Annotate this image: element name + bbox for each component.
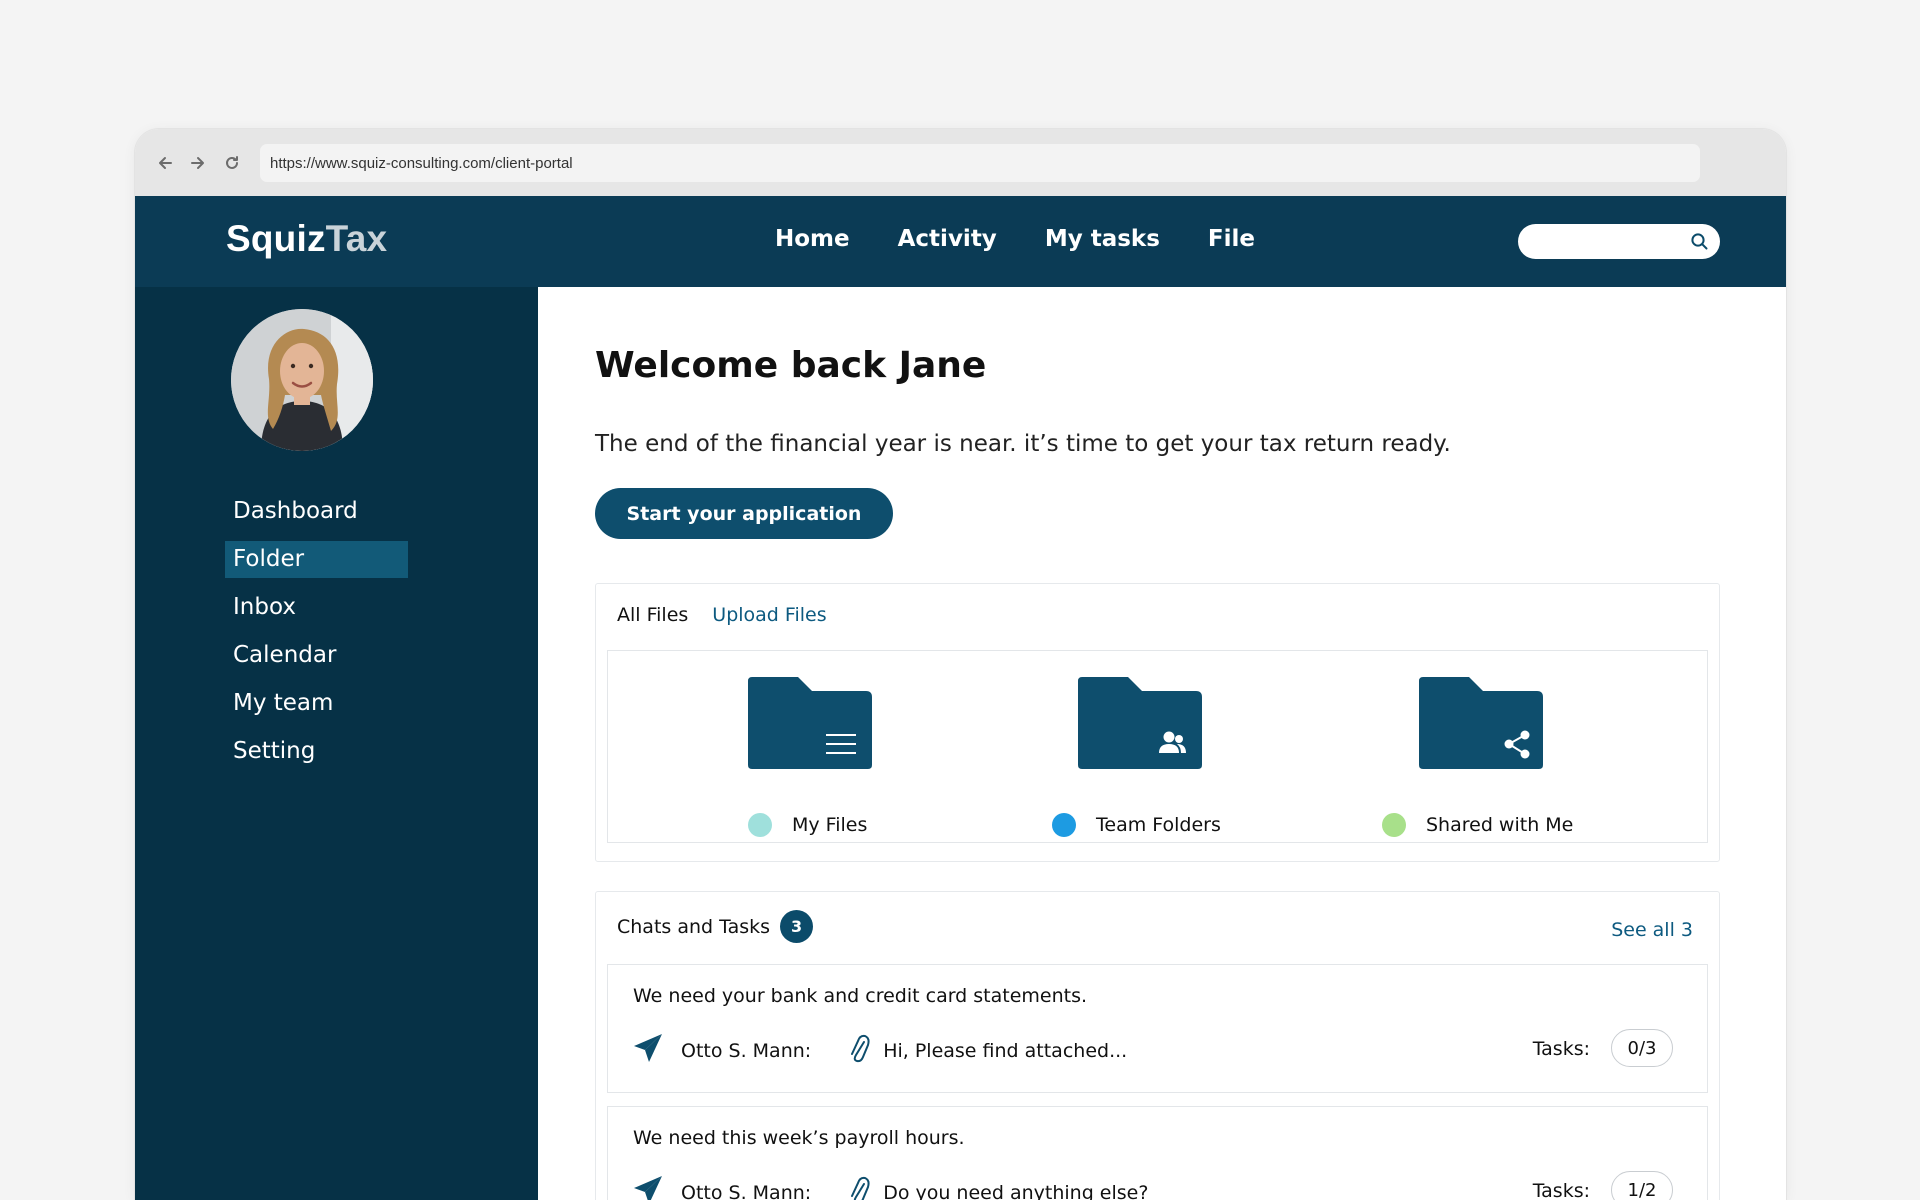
- main-menu: Home Activity My tasks File: [775, 226, 1303, 252]
- nav-activity[interactable]: Activity: [898, 226, 997, 252]
- see-all-link[interactable]: See all 3: [1611, 919, 1693, 941]
- folder-name: Shared with Me: [1426, 814, 1574, 836]
- search-icon[interactable]: [1690, 232, 1709, 255]
- chat-meta: Otto S. Mann: Hi, Please find attached..…: [633, 1033, 1127, 1068]
- chats-header: Chats and Tasks 3: [617, 910, 814, 943]
- chat-message: We need this week’s payroll hours.: [633, 1127, 965, 1149]
- sender-name: Otto S. Mann:: [681, 1039, 812, 1062]
- chat-message: We need your bank and credit card statem…: [633, 985, 1088, 1007]
- back-icon[interactable]: [152, 150, 178, 176]
- status-dot: [748, 813, 772, 837]
- search-input[interactable]: [1530, 230, 1684, 254]
- chat-meta: Otto S. Mann: Do you need anything else?: [633, 1175, 1148, 1200]
- folder-share-icon: [1419, 677, 1543, 773]
- folder-lines-icon: [748, 677, 872, 773]
- files-panel: All Files Upload Files My Files Team Fol…: [595, 583, 1720, 862]
- files-tabs: All Files Upload Files: [617, 604, 851, 626]
- folder-shared-with-me[interactable]: Shared with Me: [1382, 677, 1632, 837]
- attachment-icon: [847, 1175, 871, 1200]
- top-navigation: SquizTax Home Activity My tasks File: [135, 196, 1786, 287]
- sidebar-item-folder[interactable]: Folder: [225, 541, 408, 578]
- nav-home[interactable]: Home: [775, 226, 850, 252]
- folder-label: Team Folders: [1052, 813, 1221, 837]
- folder-team-folders[interactable]: Team Folders: [1052, 677, 1302, 837]
- status-dot: [1052, 813, 1076, 837]
- folders-grid: My Files Team Folders Shared with Me: [607, 650, 1708, 843]
- logo-tax: Tax: [325, 218, 388, 259]
- tab-all-files[interactable]: All Files: [617, 604, 688, 626]
- folder-my-files[interactable]: My Files: [748, 677, 998, 837]
- address-bar[interactable]: https://www.squiz-consulting.com/client-…: [260, 144, 1700, 182]
- sidebar-item-my-team[interactable]: My team: [225, 685, 408, 722]
- main-content: Welcome back Jane The end of the financi…: [538, 287, 1786, 1200]
- sender-name: Otto S. Mann:: [681, 1181, 812, 1200]
- page-title: Welcome back Jane: [595, 345, 987, 386]
- tasks-count[interactable]: 1/2: [1611, 1171, 1673, 1200]
- nav-file[interactable]: File: [1208, 226, 1255, 252]
- send-icon: [633, 1033, 663, 1068]
- count-badge: 3: [780, 910, 814, 943]
- reload-icon[interactable]: [219, 150, 245, 176]
- tab-upload-files[interactable]: Upload Files: [712, 604, 826, 626]
- folder-name: Team Folders: [1096, 814, 1221, 836]
- search-box: [1518, 224, 1720, 259]
- sidebar-item-setting[interactable]: Setting: [225, 733, 408, 770]
- chats-panel: Chats and Tasks 3 See all 3 We need your…: [595, 891, 1720, 1200]
- message-preview: Hi, Please find attached...: [883, 1039, 1128, 1062]
- logo[interactable]: SquizTax: [226, 218, 387, 260]
- logo-squiz: Squiz: [226, 218, 326, 259]
- tasks-label: Tasks:: [1532, 1038, 1590, 1060]
- sidebar-item-inbox[interactable]: Inbox: [225, 589, 408, 626]
- browser-window: https://www.squiz-consulting.com/client-…: [135, 129, 1786, 1200]
- attachment-icon: [847, 1033, 871, 1068]
- folder-label: Shared with Me: [1382, 813, 1573, 837]
- chats-title: Chats and Tasks: [617, 915, 771, 938]
- sidebar-menu: Dashboard Folder Inbox Calendar My team …: [225, 493, 408, 781]
- folder-team-icon: [1078, 677, 1202, 773]
- tasks-label: Tasks:: [1532, 1180, 1590, 1200]
- send-icon: [633, 1175, 663, 1200]
- intro-text: The end of the financial year is near. i…: [595, 431, 1451, 457]
- sidebar: Dashboard Folder Inbox Calendar My team …: [135, 287, 538, 1200]
- folder-label: My Files: [748, 813, 867, 837]
- tasks-count[interactable]: 0/3: [1611, 1029, 1673, 1067]
- message-preview: Do you need anything else?: [883, 1181, 1149, 1200]
- browser-toolbar: https://www.squiz-consulting.com/client-…: [135, 129, 1786, 196]
- folder-name: My Files: [792, 814, 868, 836]
- url-text: https://www.squiz-consulting.com/client-…: [270, 154, 573, 172]
- avatar[interactable]: [231, 309, 373, 451]
- sidebar-item-calendar[interactable]: Calendar: [225, 637, 408, 674]
- chat-item[interactable]: We need your bank and credit card statem…: [607, 964, 1708, 1093]
- sidebar-item-dashboard[interactable]: Dashboard: [225, 493, 408, 530]
- chat-item[interactable]: We need this week’s payroll hours. Otto …: [607, 1106, 1708, 1200]
- start-application-button[interactable]: Start your application: [595, 488, 893, 539]
- status-dot: [1382, 813, 1406, 837]
- forward-icon[interactable]: [185, 150, 211, 176]
- nav-my-tasks[interactable]: My tasks: [1045, 226, 1160, 252]
